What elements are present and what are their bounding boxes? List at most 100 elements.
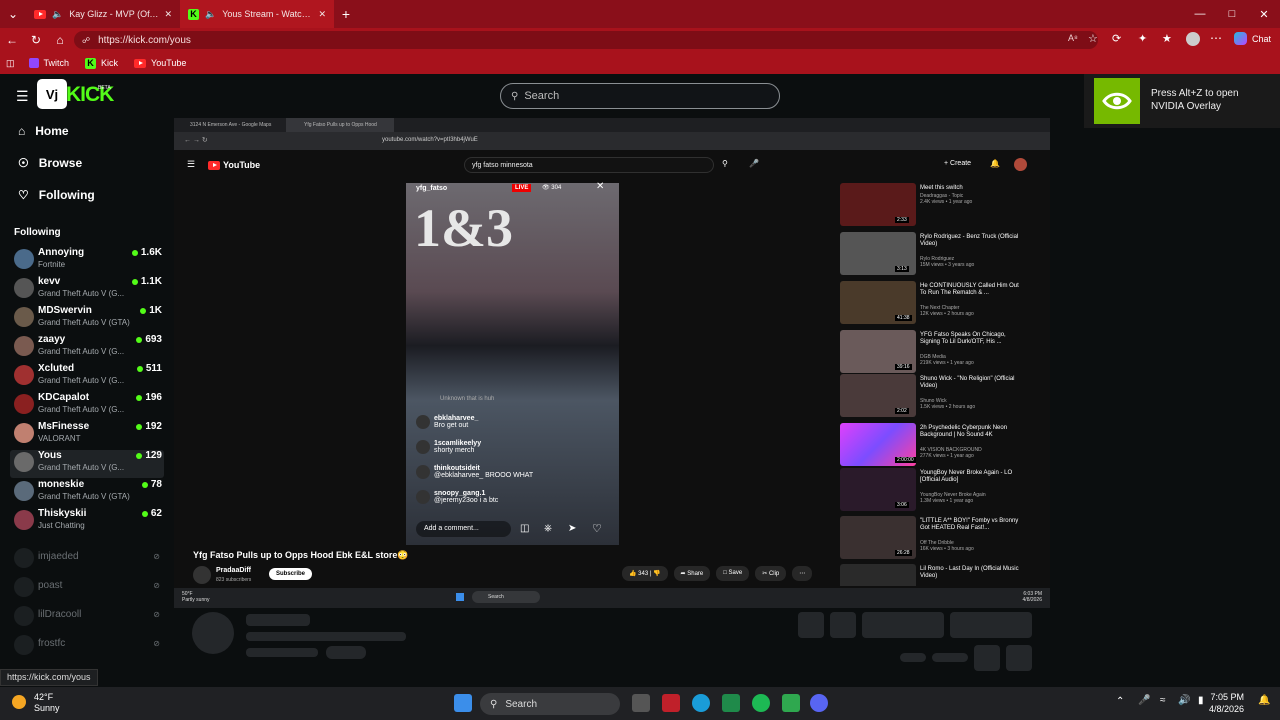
following-item-kevv[interactable]: kevv Grand Theft Auto V (G... 1.1K (14, 276, 164, 304)
live-dot-icon (136, 365, 143, 372)
address-bar-row: ← ↻ ⌂ ☍ https://kick.com/yous A⁸ ☆ ⟳ ✦ ★… (0, 28, 1280, 52)
tab-yous-stream[interactable]: K 🔈 Yous Stream - Watch Live on K ✕ (180, 0, 334, 28)
inner-video-title: Yfg Fatso Pulls up to Opps Hood Ebk E&L … (193, 550, 409, 560)
bookmark-label: YouTube (151, 58, 187, 68)
volume-icon[interactable]: 🔊 (1178, 695, 1190, 706)
tab-kay-glizz[interactable]: 🔈 Kay Glizz - MVP (Official Mus ✕ (26, 0, 180, 28)
close-window-icon[interactable]: ✕ (1248, 0, 1280, 28)
following-item-zaayy[interactable]: zaayy Grand Theft Auto V (G... 693 (14, 334, 164, 362)
bookmark-label: Kick (101, 58, 119, 68)
search-input[interactable]: ⚲ Search (500, 83, 780, 109)
loading-placeholder (830, 612, 856, 638)
loading-placeholder (326, 646, 366, 659)
tray-chevron-icon[interactable]: ⌃ (1116, 696, 1124, 707)
following-item-offline[interactable]: poast ⊘ (14, 575, 164, 603)
refresh-icon[interactable]: ↻ (24, 28, 48, 52)
following-item-xcluted[interactable]: Xcluted Grand Theft Auto V (G... 511 (14, 363, 164, 391)
nvidia-overlay-toast[interactable]: Press Alt+Z to open NVIDIA Overlay (1084, 74, 1280, 128)
youtube-logo: YouTube (208, 160, 260, 170)
avatar (14, 249, 34, 269)
loading-placeholder (862, 612, 944, 638)
avatar (14, 548, 34, 568)
inner-weather: 50°F Partly sunny (182, 591, 210, 603)
following-item-offline[interactable]: frostfc ⊘ (14, 633, 164, 661)
home-icon[interactable]: ⌂ (48, 28, 72, 52)
live-dot-icon (136, 394, 143, 401)
channel-game: Grand Theft Auto V (G... (38, 289, 125, 298)
rec-meta: Rylo Rodriguez 15M views • 3 years ago (920, 256, 975, 268)
following-item-offline[interactable]: imjaeded ⊘ (14, 546, 164, 574)
refresh-sync-icon[interactable]: ⟳ (1112, 32, 1121, 45)
following-item-thiskyskii[interactable]: Thiskyskii Just Chatting 62 (14, 508, 164, 536)
taskbar-search[interactable]: ⚲ Search (480, 693, 620, 715)
wifi-icon[interactable]: ≈ (1160, 695, 1166, 706)
nvidia-eye-icon (1102, 92, 1132, 110)
copilot-chat-button[interactable]: Chat (1234, 32, 1271, 45)
app-icon[interactable] (782, 694, 800, 712)
avatar (14, 452, 34, 472)
bookmark-menu-icon[interactable]: ◫ (0, 58, 21, 69)
channel-name: KDCapalot (38, 392, 90, 403)
back-icon[interactable]: ← (0, 28, 24, 52)
close-tab-icon[interactable]: ✕ (164, 9, 172, 20)
rec-duration: 3:13 (895, 266, 909, 272)
channel-game: Grand Theft Auto V (G... (38, 376, 125, 385)
rec-title: YoungBoy Never Broke Again - LO [Officia… (920, 470, 1013, 483)
nav-browse[interactable]: ☉ Browse (18, 156, 82, 170)
url-field[interactable]: ☍ https://kick.com/yous (74, 31, 1098, 49)
bookmark-kick[interactable]: K Kick (77, 57, 126, 69)
new-tab-button[interactable]: + (334, 2, 358, 26)
xbox-icon[interactable] (722, 694, 740, 712)
kick-icon: K (85, 57, 97, 69)
following-item-annoying[interactable]: Annoying Fortnite 1.6K (14, 247, 164, 275)
rec-meta: DGB Media 219K views • 1 year ago (920, 354, 974, 366)
inner-subscribe-button: Subscribe (269, 568, 313, 580)
minimize-icon[interactable]: — (1184, 0, 1216, 28)
avatar (14, 336, 34, 356)
hamburger-menu-icon[interactable]: ☰ (16, 88, 29, 105)
favorites-icon[interactable]: ★ (1162, 32, 1172, 45)
extensions-icon[interactable]: ✦ (1138, 32, 1147, 45)
windows-start-icon[interactable] (454, 694, 472, 712)
nav-home[interactable]: ⌂ Home (18, 124, 69, 138)
notifications-icon[interactable]: 🔔 (1258, 695, 1270, 706)
yt-search-icon: ⚲ (722, 159, 728, 168)
short-username: yfg_fatso (416, 185, 448, 192)
following-item-msfinesse[interactable]: MsFinesse VALORANT 192 (14, 421, 164, 449)
discord-icon[interactable] (810, 694, 828, 712)
recommendation-item: 2h Psychedelic Cyberpunk Neon Background… (840, 423, 1030, 467)
following-item-kdcapalot[interactable]: KDCapalot Grand Theft Auto V (G... 196 (14, 392, 164, 420)
bookmark-youtube[interactable]: YouTube (126, 58, 194, 68)
battery-icon[interactable]: ▮ (1198, 695, 1204, 706)
more-menu-icon[interactable]: ⋯ (1210, 31, 1222, 45)
maximize-icon[interactable]: □ (1216, 0, 1248, 28)
nav-following[interactable]: ♡ Following (18, 188, 95, 202)
avatar (14, 510, 34, 530)
following-item-offline[interactable]: lilDracooll ⊘ (14, 604, 164, 632)
youtube-icon (34, 9, 46, 19)
favorite-star-icon[interactable]: ☆ (1088, 32, 1098, 45)
inner-clip-button: ✂ Clip (755, 566, 787, 581)
task-view-icon[interactable] (632, 694, 650, 712)
channel-name: Annoying (38, 247, 85, 258)
edge-browser-icon[interactable] (692, 694, 710, 712)
viewer-value: 693 (145, 334, 162, 345)
tab-actions-button[interactable]: ⌄ (0, 2, 26, 26)
offline-icon: ⊘ (153, 639, 160, 648)
comment-user: 1scamlikeelyy (434, 440, 482, 447)
read-aloud-icon[interactable]: A⁸ (1068, 33, 1078, 43)
mic-icon[interactable]: 🎤 (1138, 695, 1150, 706)
app-icon[interactable] (662, 694, 680, 712)
following-item-moneskie[interactable]: moneskie Grand Theft Auto V (GTA) 78 (14, 479, 164, 507)
channel-name: Thiskyskii (38, 508, 87, 519)
rec-meta: The Next Chapter 12K views • 2 hours ago (920, 305, 974, 317)
following-item-mdswervin[interactable]: MDSwervin Grand Theft Auto V (GTA) 1K (14, 305, 164, 333)
bookmark-twitch[interactable]: Twitch (21, 58, 78, 68)
spotify-icon[interactable] (752, 694, 770, 712)
close-tab-icon[interactable]: ✕ (318, 9, 326, 20)
profile-avatar[interactable] (1186, 32, 1200, 46)
inner-url: youtube.com/watch?v=ptI3hb4jWuE (382, 137, 478, 143)
following-item-yous[interactable]: Yous Grand Theft Auto V (G... 129 (10, 450, 164, 478)
stream-video-player[interactable]: 3124 N Emerson Ave - Google Maps Yfg Fat… (174, 118, 1050, 608)
taskbar-clock[interactable]: 7:05 PM 4/8/2026 (1209, 692, 1244, 715)
